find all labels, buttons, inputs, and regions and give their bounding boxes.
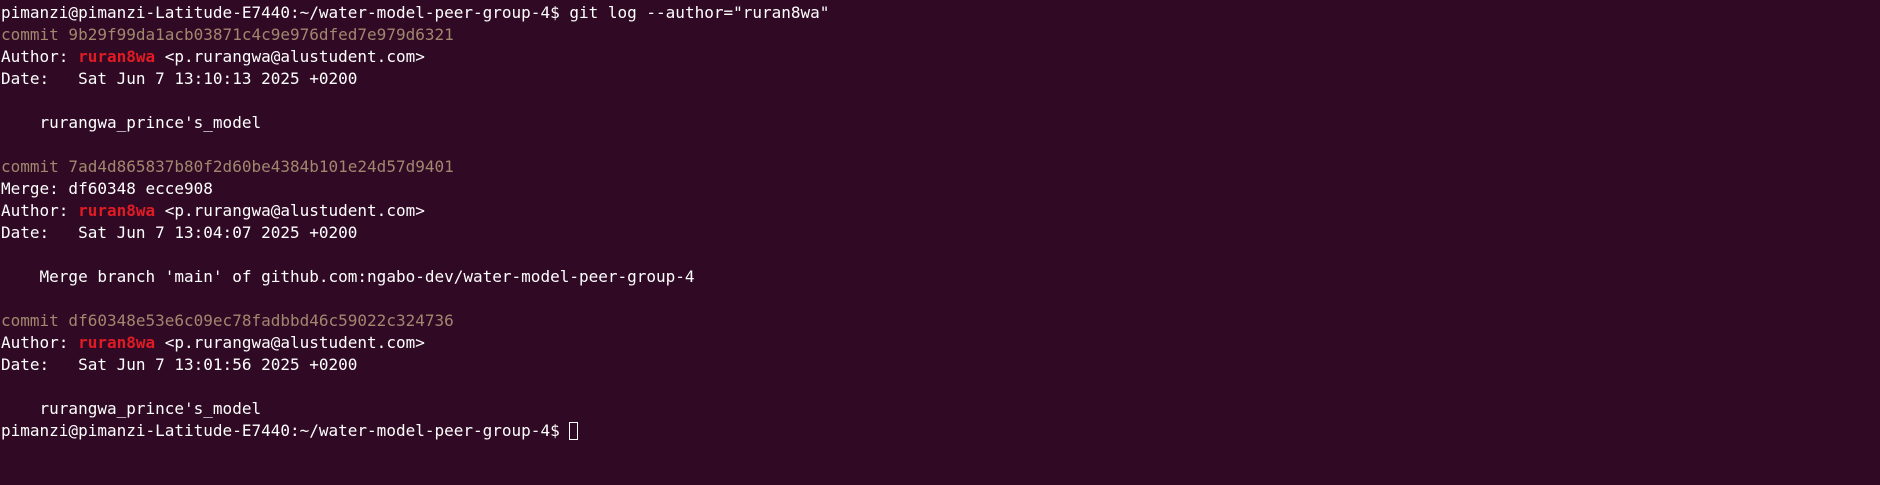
prompt: pimanzi@pimanzi-Latitude-E7440:~/water-m… xyxy=(1,421,570,440)
commit-hash-line: commit 9b29f99da1acb03871c4c9e976dfed7e9… xyxy=(1,25,454,44)
date-line: Date: Sat Jun 7 13:10:13 2025 +0200 xyxy=(1,69,358,88)
author-name: ruran8wa xyxy=(78,47,156,66)
input-line[interactable]: pimanzi@pimanzi-Latitude-E7440:~/water-m… xyxy=(1,420,1880,442)
author-line: Author: ruran8wa <p.rurangwa@alustudent.… xyxy=(1,46,1880,68)
author-label: Author: xyxy=(1,201,79,220)
author-line: Author: ruran8wa <p.rurangwa@alustudent.… xyxy=(1,332,1880,354)
merge-line: Merge: df60348 ecce908 xyxy=(1,179,213,198)
prompt: pimanzi@pimanzi-Latitude-E7440:~/water-m… xyxy=(1,3,570,22)
commit-message: rurangwa_prince's_model xyxy=(1,399,262,418)
author-email: <p.rurangwa@alustudent.com> xyxy=(155,47,425,66)
terminal-window[interactable]: pimanzi@pimanzi-Latitude-E7440:~/water-m… xyxy=(0,0,1880,485)
author-name: ruran8wa xyxy=(78,201,156,220)
author-email: <p.rurangwa@alustudent.com> xyxy=(155,201,425,220)
author-name: ruran8wa xyxy=(78,333,156,352)
author-email: <p.rurangwa@alustudent.com> xyxy=(155,333,425,352)
command-line: pimanzi@pimanzi-Latitude-E7440:~/water-m… xyxy=(1,2,1880,24)
author-label: Author: xyxy=(1,333,79,352)
commit-hash-line: commit 7ad4d865837b80f2d60be4384b101e24d… xyxy=(1,157,454,176)
commit-hash-line: commit df60348e53e6c09ec78fadbbd46c59022… xyxy=(1,311,454,330)
author-line: Author: ruran8wa <p.rurangwa@alustudent.… xyxy=(1,200,1880,222)
commit-message: Merge branch 'main' of github.com:ngabo-… xyxy=(1,267,695,286)
cursor-block[interactable] xyxy=(569,422,579,440)
command-text: git log --author="ruran8wa" xyxy=(569,3,830,22)
author-label: Author: xyxy=(1,47,79,66)
commit-message: rurangwa_prince's_model xyxy=(1,113,262,132)
date-line: Date: Sat Jun 7 13:04:07 2025 +0200 xyxy=(1,223,358,242)
date-line: Date: Sat Jun 7 13:01:56 2025 +0200 xyxy=(1,355,358,374)
